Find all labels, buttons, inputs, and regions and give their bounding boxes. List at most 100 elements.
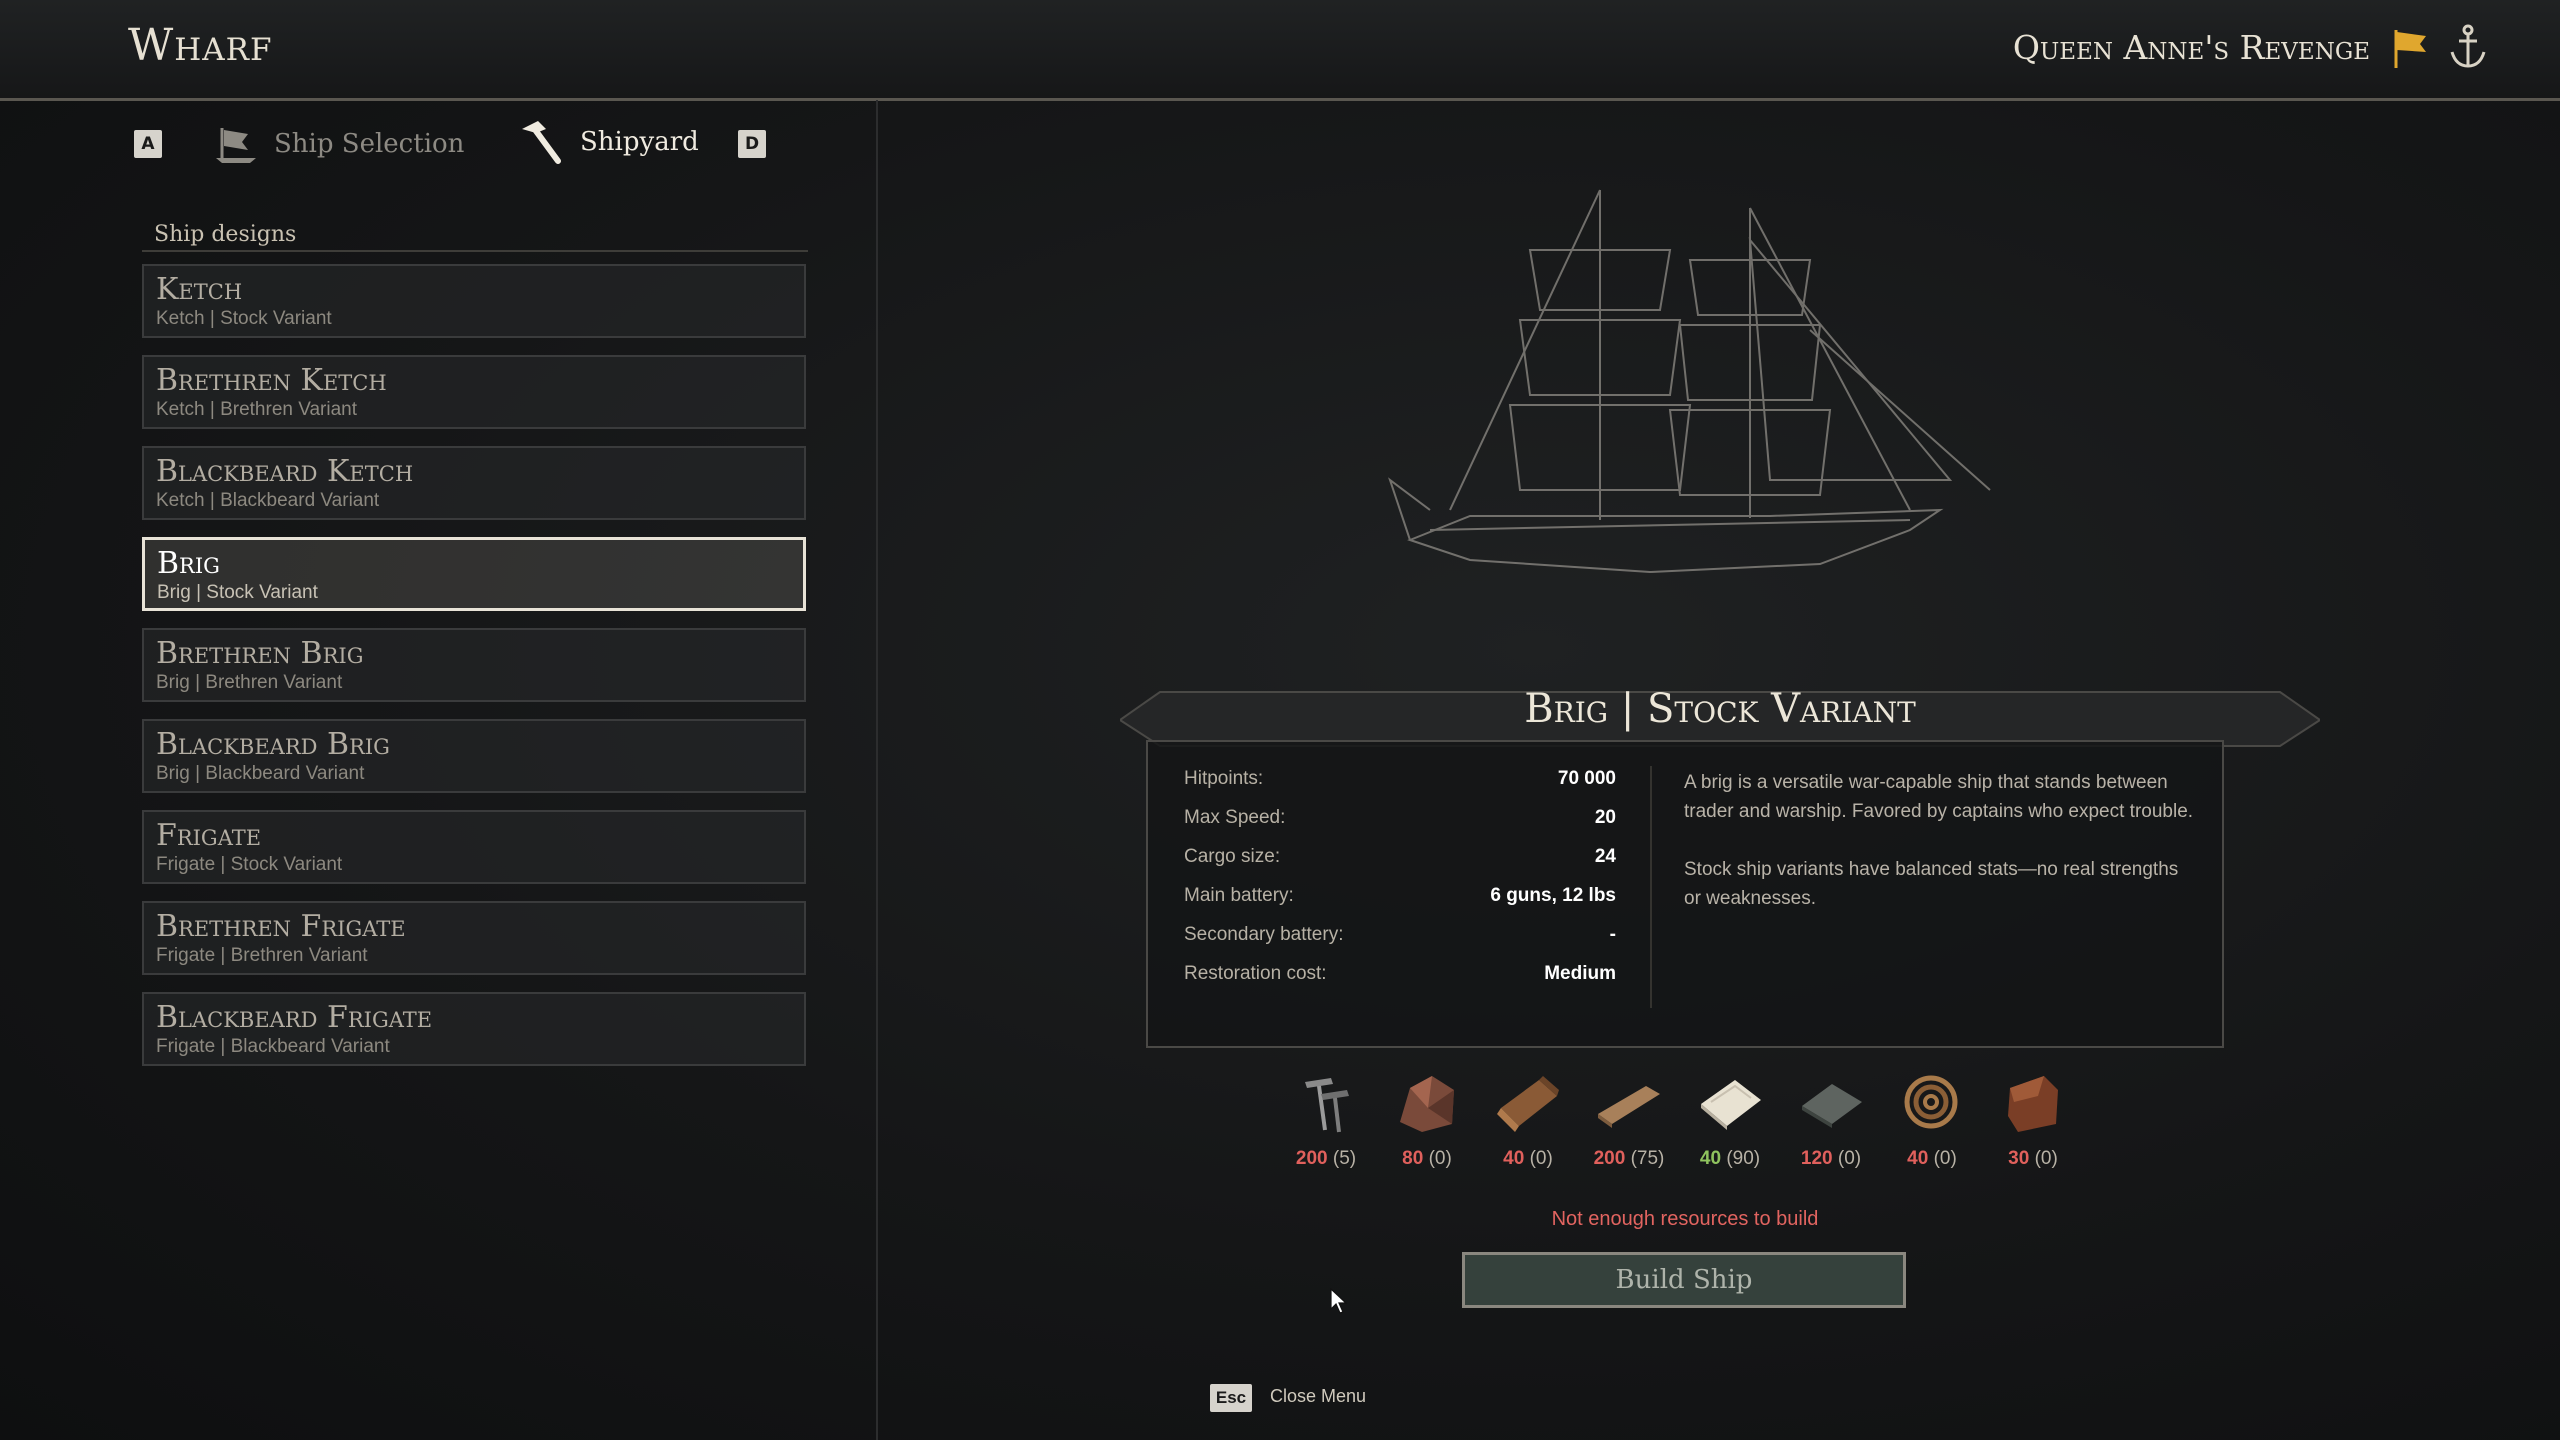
metal-plate-icon <box>1802 1084 1862 1128</box>
ship-design-subtitle: Brig | Brethren Variant <box>156 672 343 693</box>
details-divider <box>1650 766 1652 1008</box>
resource-amount: 200 (75) <box>1589 1148 1669 1170</box>
stat-value: Medium <box>1544 963 1616 984</box>
nails-icon <box>1305 1078 1349 1133</box>
heading-divider <box>142 250 808 252</box>
resource-required: 200 <box>1593 1148 1626 1169</box>
resource-amount: 40 (0) <box>1488 1148 1568 1170</box>
resource-owned: (0) <box>1529 1148 1553 1169</box>
resource-item[interactable]: 30 (0) <box>1993 1068 2073 1188</box>
ship-design-name: Brig <box>157 546 220 581</box>
top-bar: Wharf Queen Anne's Revenge <box>0 0 2560 101</box>
leather-icon <box>2008 1076 2058 1132</box>
resource-owned: (0) <box>1428 1148 1452 1169</box>
flag-icon[interactable] <box>2390 26 2430 70</box>
ship-design-item[interactable]: Blackbeard Ketch Ketch | Blackbeard Varia… <box>142 446 806 520</box>
resource-item[interactable]: 200 (75) <box>1589 1068 1669 1188</box>
ship-design-item[interactable]: Brig Brig | Stock Variant <box>142 537 806 611</box>
resource-owned: (0) <box>1933 1148 1957 1169</box>
ship-design-subtitle: Ketch | Blackbeard Variant <box>156 490 380 511</box>
resource-required: 40 <box>1699 1148 1722 1169</box>
canvas-sail-icon <box>1701 1080 1761 1130</box>
current-ship-name: Queen Anne's Revenge <box>2012 28 2370 67</box>
ship-design-subtitle: Ketch | Stock Variant <box>156 308 332 329</box>
stat-value: - <box>1609 924 1616 945</box>
ship-design-item[interactable]: Ketch Ketch | Stock Variant <box>142 264 806 338</box>
resource-item[interactable]: 120 (0) <box>1791 1068 1871 1188</box>
stat-value: 6 guns, 12 lbs <box>1490 885 1616 906</box>
page-title: Wharf <box>128 20 273 71</box>
ship-designs-heading: Ship designs <box>154 222 297 247</box>
resource-required: 30 <box>2008 1148 2030 1169</box>
resource-amount: 80 (0) <box>1387 1148 1467 1170</box>
ship-details-panel: Hitpoints: 70 000 Max Speed: 20 Cargo size: 2… <box>1146 740 2224 1048</box>
ship-design-name: Blackbeard Brig <box>156 727 390 762</box>
build-ship-button[interactable]: Build Ship <box>1462 1252 1906 1308</box>
resource-required: 80 <box>1402 1148 1424 1169</box>
plank-icon <box>1598 1086 1660 1128</box>
stat-label: Secondary battery: <box>1184 924 1344 945</box>
resource-item[interactable]: 40 (0) <box>1488 1068 1568 1188</box>
stat-row: Main battery: 6 guns, 12 lbs <box>1184 885 1616 924</box>
ship-design-name: Ketch <box>156 272 243 307</box>
ship-variant-title: Brig | Stock Variant <box>1524 686 1916 732</box>
ship-design-subtitle: Brig | Blackbeard Variant <box>156 763 365 784</box>
stat-label: Restoration cost: <box>1184 963 1327 984</box>
resource-item[interactable]: 40 (0) <box>1892 1068 1972 1188</box>
stat-label: Hitpoints: <box>1184 768 1264 789</box>
ship-design-name: Brethren Ketch <box>156 363 387 398</box>
resource-owned: (90) <box>1726 1148 1761 1169</box>
ship-design-item[interactable]: Blackbeard Brig Brig | Blackbeard Variant <box>142 719 806 793</box>
stat-row: Restoration cost: Medium <box>1184 963 1616 1002</box>
resource-required: 40 <box>1907 1148 1929 1169</box>
stat-label: Main battery: <box>1184 885 1294 906</box>
resource-owned: (75) <box>1630 1148 1665 1169</box>
resource-owned: (5) <box>1332 1148 1357 1169</box>
ship-design-name: Brethren Frigate <box>156 909 406 944</box>
stat-row: Max Speed: 20 <box>1184 807 1616 846</box>
resource-amount: 40 (90) <box>1690 1148 1770 1170</box>
ship-design-subtitle: Frigate | Brethren Variant <box>156 945 368 966</box>
ship-design-name: Frigate <box>156 818 262 853</box>
description-paragraph: Stock ship variants have balanced stats—… <box>1684 859 2179 909</box>
ore-icon <box>1400 1076 1454 1132</box>
ship-design-subtitle: Frigate | Stock Variant <box>156 854 343 875</box>
stat-row: Secondary battery: - <box>1184 924 1616 963</box>
ship-design-item[interactable]: Frigate Frigate | Stock Variant <box>142 810 806 884</box>
resource-required: 40 <box>1503 1148 1525 1169</box>
ship-design-name: Blackbeard Ketch <box>156 454 414 489</box>
ship-design-name: Brethren Brig <box>156 636 364 671</box>
stat-row: Cargo size: 24 <box>1184 846 1616 885</box>
resource-item[interactable]: 80 (0) <box>1387 1068 1467 1188</box>
mouse-cursor-icon <box>1330 1288 1348 1314</box>
resource-owned: (0) <box>1837 1148 1862 1169</box>
ship-description: A brig is a versatile war-capable ship t… <box>1684 768 2194 942</box>
ship-design-item[interactable]: Brethren Brig Brig | Brethren Variant <box>142 628 806 702</box>
esc-key[interactable]: Esc <box>1210 1384 1252 1412</box>
ship-design-subtitle: Brig | Stock Variant <box>157 582 318 603</box>
stat-label: Max Speed: <box>1184 807 1286 828</box>
resource-amount: 40 (0) <box>1892 1148 1972 1170</box>
stat-value: 70 000 <box>1557 768 1616 789</box>
ship-design-item[interactable]: Brethren Frigate Frigate | Brethren Varia… <box>142 901 806 975</box>
ship-blueprint-sketch <box>1388 189 1991 574</box>
resource-owned: (0) <box>2034 1148 2058 1169</box>
stat-value: 20 <box>1594 807 1616 828</box>
stat-value: 24 <box>1594 846 1616 867</box>
insufficient-resources-warning: Not enough resources to build <box>1551 1208 1819 1230</box>
anchor-icon[interactable] <box>2448 24 2488 70</box>
resource-amount: 200 (5) <box>1286 1148 1366 1170</box>
ship-design-subtitle: Ketch | Brethren Variant <box>156 399 358 420</box>
close-menu-label[interactable]: Close Menu <box>1270 1386 1366 1407</box>
ship-design-item[interactable]: Blackbeard Frigate Frigate | Blackbeard V… <box>142 992 806 1066</box>
stat-row: Hitpoints: 70 000 <box>1184 768 1616 807</box>
timber-log-icon <box>1497 1076 1559 1132</box>
resource-item[interactable]: 200 (5) <box>1286 1068 1366 1188</box>
resource-required: 120 <box>1800 1148 1833 1169</box>
stat-label: Cargo size: <box>1184 846 1281 867</box>
ship-design-name: Blackbeard Frigate <box>156 1000 433 1035</box>
resource-amount: 120 (0) <box>1791 1148 1871 1170</box>
ship-design-item[interactable]: Brethren Ketch Ketch | Brethren Variant <box>142 355 806 429</box>
description-paragraph: A brig is a versatile war-capable ship t… <box>1684 772 2194 822</box>
resource-item[interactable]: 40 (90) <box>1690 1068 1770 1188</box>
